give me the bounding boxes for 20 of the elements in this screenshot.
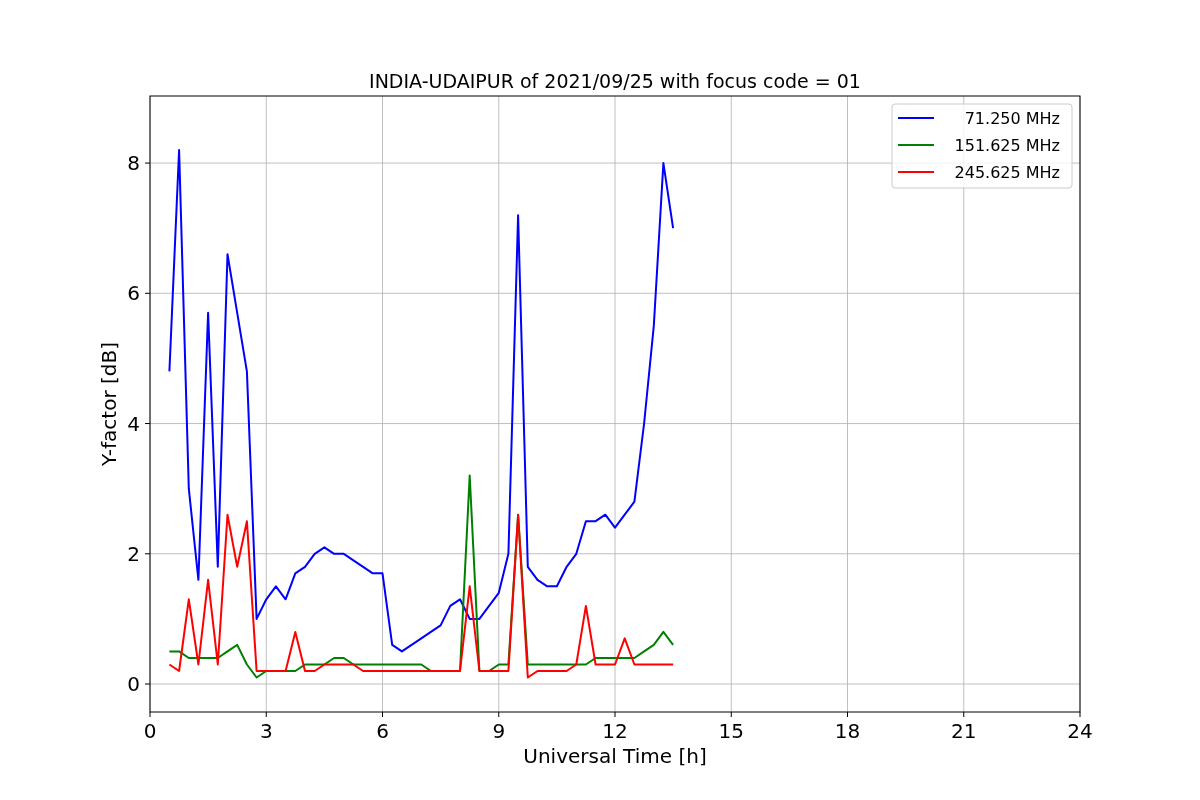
y-tick-label: 0: [127, 672, 140, 696]
legend-label: 151.625 MHz: [954, 136, 1060, 155]
x-tick-label: 18: [834, 719, 861, 743]
x-tick-label: 9: [492, 719, 506, 743]
y-axis-label: Y-factor [dB]: [97, 342, 121, 466]
y-tick-label: 8: [127, 151, 140, 176]
x-tick-label: 0: [143, 719, 157, 743]
x-tick-label: 6: [376, 719, 389, 743]
y-tick-label: 4: [127, 411, 140, 436]
x-tick-label: 24: [1067, 719, 1093, 743]
x-tick-label: 21: [951, 719, 977, 743]
legend-label: 71.250 MHz: [964, 109, 1060, 128]
legend-label: 245.625 MHz: [954, 163, 1060, 182]
x-tick-label: 15: [718, 719, 744, 743]
x-tick-label: 3: [259, 719, 273, 743]
y-tick-label: 2: [127, 541, 140, 566]
x-tick-label: 12: [602, 719, 628, 743]
y-tick-label: 6: [127, 281, 140, 306]
chart-title: INDIA-UDAIPUR of 2021/09/25 with focus code = 01: [369, 70, 861, 92]
x-axis-label: Universal Time [h]: [523, 744, 707, 768]
